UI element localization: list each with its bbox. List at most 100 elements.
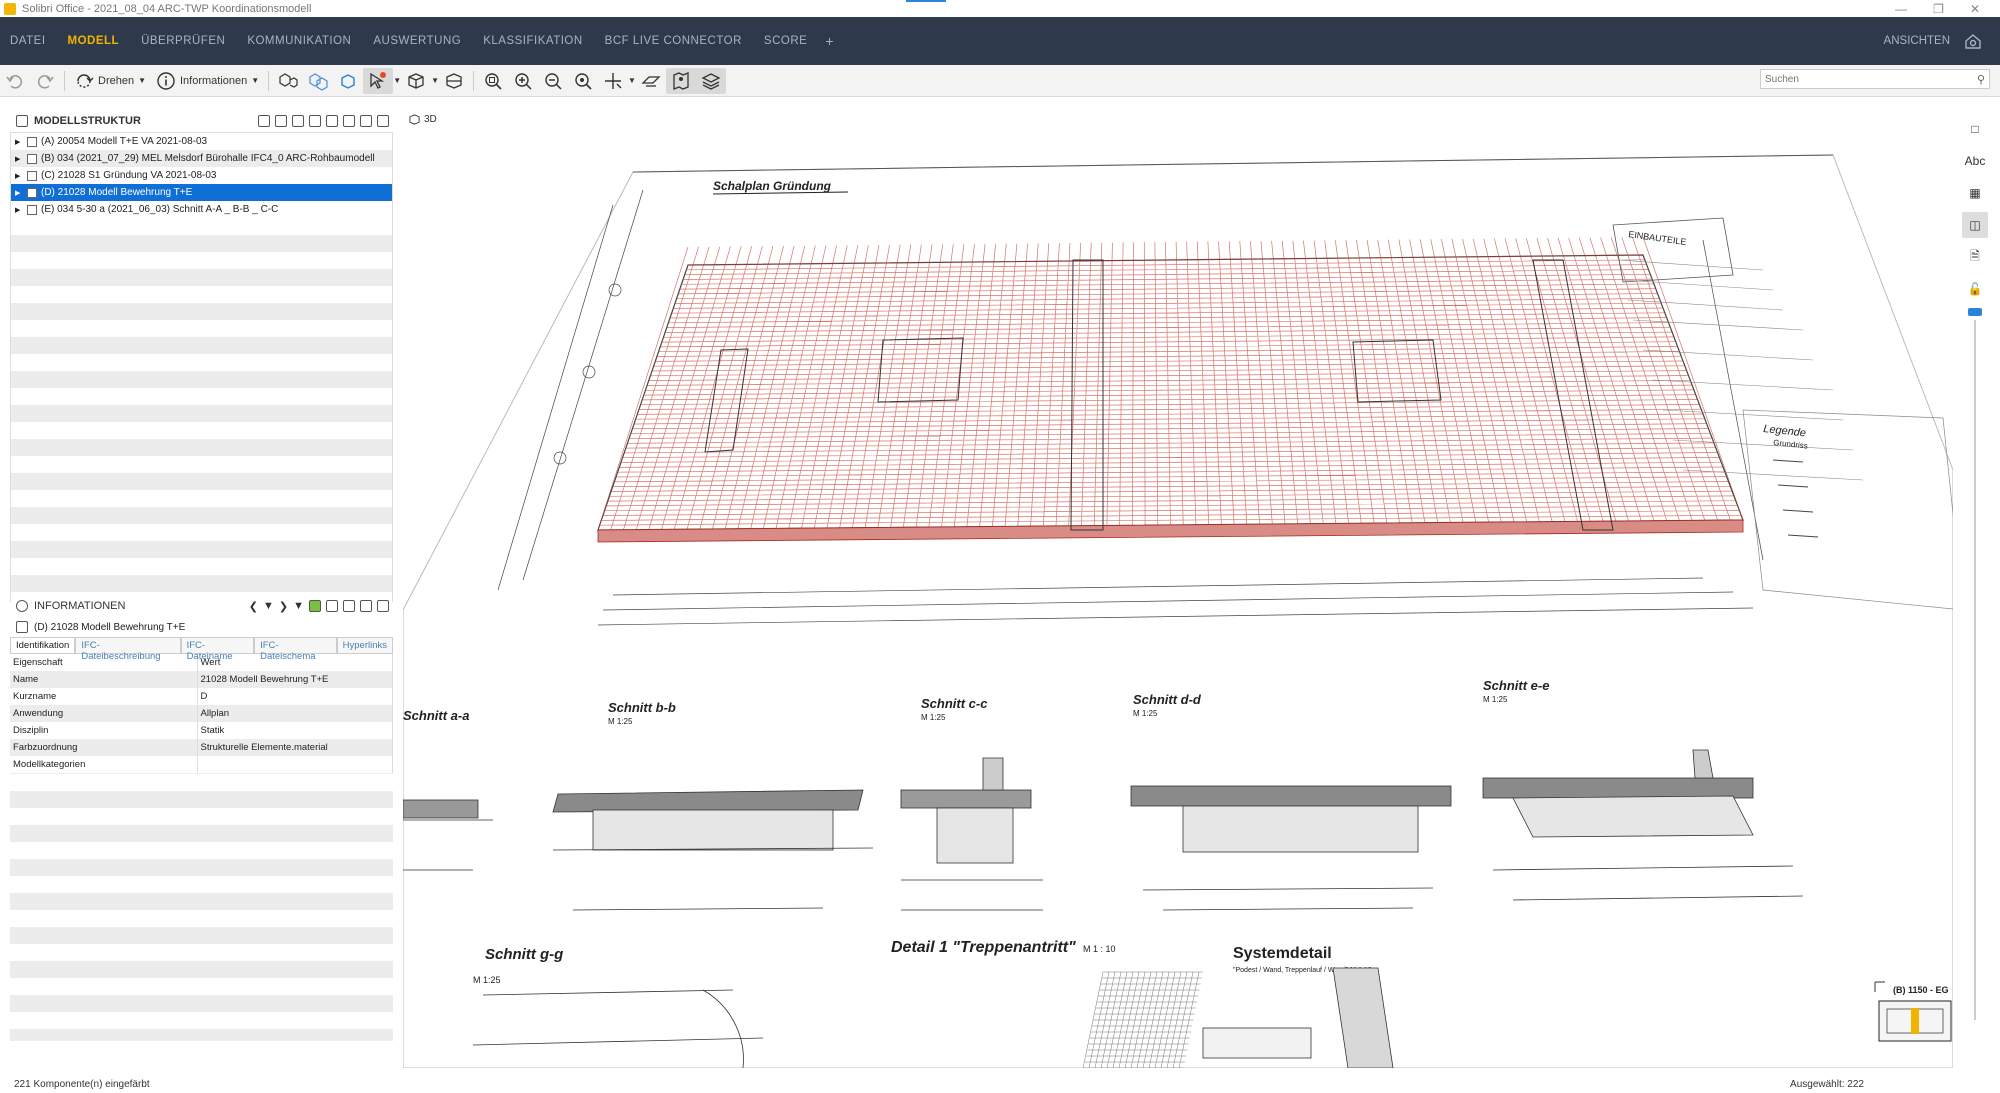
tree-row-label: (D) 21028 Modell Bewehrung T+E <box>41 187 193 198</box>
undo-button[interactable] <box>0 68 30 94</box>
model-boxes-alt-button[interactable] <box>303 68 333 94</box>
zoom-out-button[interactable] <box>538 68 568 94</box>
views-icon[interactable] <box>1964 32 1982 50</box>
grid-button[interactable]: ▦ <box>1962 180 1988 206</box>
menu-modell[interactable]: MODELL <box>68 35 120 47</box>
rotate-button[interactable]: Drehen ▼ <box>69 68 151 94</box>
tree-row[interactable]: ▶ (E) 034 5-30 a (2021_06_03) Schnitt A-A… <box>11 201 392 218</box>
pan-button[interactable] <box>598 68 628 94</box>
select-tool-button[interactable] <box>363 67 394 94</box>
menu-ueberpruefen[interactable]: ÜBERPRÜFEN <box>141 35 225 47</box>
menu-score[interactable]: SCORE <box>764 35 807 47</box>
tab-hyperlinks[interactable]: Hyperlinks <box>336 637 393 653</box>
3d-viewport[interactable]: 3D Schalplan Gründung EINBAUTEILE Legend… <box>403 110 1953 1068</box>
pdf-icon: 🗎 <box>1970 248 1980 263</box>
tab-identifikation[interactable]: Identifikation <box>10 637 76 653</box>
menu-auswertung[interactable]: AUSWERTUNG <box>373 35 461 47</box>
tab-ifc-dateibeschreibung[interactable]: IFC-Dateibeschreibung <box>75 637 181 662</box>
expand-arrow-icon[interactable]: ▶ <box>15 189 23 197</box>
tree-row[interactable]: ▶ (C) 21028 S1 Gründung VA 2021-08-03 <box>11 167 392 184</box>
close-icon[interactable]: ✕ <box>1970 2 1980 16</box>
status-selected: Ausgewählt: 222 <box>1790 1078 1864 1090</box>
floor-plan-button[interactable] <box>636 68 666 94</box>
menu-bcf-live-connector[interactable]: BCF LIVE CONNECTOR <box>605 35 742 47</box>
maximize-view-button[interactable]: □ <box>1962 116 1988 142</box>
vertical-slider-track[interactable] <box>1974 320 1976 1020</box>
menu-ansichten[interactable]: ANSICHTEN <box>1884 35 1950 47</box>
table-row[interactable]: Kurzname D <box>10 688 393 705</box>
menu-klassifikation[interactable]: KLASSIFIKATION <box>483 35 582 47</box>
cubes-icon <box>279 72 298 88</box>
undo-icon <box>6 74 23 89</box>
isolate-icon[interactable] <box>360 115 372 127</box>
table-row[interactable]: Name 21028 Modell Bewehrung T+E <box>10 671 393 688</box>
table-row[interactable]: Farbzuordnung Strukturelle Elemente.mater… <box>10 739 393 756</box>
expand-arrow-icon[interactable]: ▶ <box>15 172 23 180</box>
section-box-button[interactable] <box>439 68 469 94</box>
minimize-icon[interactable]: — <box>1895 2 1907 16</box>
add-tab-icon[interactable]: + <box>825 33 833 49</box>
zoom-selection-button[interactable] <box>568 68 598 94</box>
model-file-icon <box>16 621 28 633</box>
visibility-icon[interactable] <box>326 115 338 127</box>
pdf-button[interactable]: 🗎 <box>1962 244 1988 270</box>
map-view-button[interactable] <box>665 67 696 94</box>
tree-row-selected[interactable]: ▶ (D) 21028 Modell Bewehrung T+E <box>11 184 392 201</box>
toolbar-divider <box>268 70 270 91</box>
search-icon[interactable]: ⚲ <box>1977 73 1985 86</box>
maximize-panel-icon[interactable] <box>377 115 389 127</box>
tab-ifc-dateischema[interactable]: IFC-Dateischema <box>254 637 337 662</box>
table-row[interactable]: Modellkategorien <box>10 756 393 773</box>
properties-empty-area <box>10 773 393 1041</box>
copy-icon[interactable] <box>343 599 355 612</box>
chevron-down-icon[interactable]: ▼ <box>263 600 274 613</box>
title-bar: Solibri Office - 2021_08_04 ARC-TWP Koor… <box>0 0 2000 17</box>
slider-handle[interactable] <box>1968 308 1982 316</box>
export-icon[interactable] <box>360 599 372 612</box>
information-button[interactable]: Informationen ▼ <box>151 68 264 94</box>
status-left: 221 Komponente(n) eingefärbt <box>14 1078 150 1090</box>
lock-button[interactable]: 🔓 <box>1962 276 1988 302</box>
tree-view-icon[interactable] <box>258 115 270 127</box>
redo-button[interactable] <box>30 68 60 94</box>
zoom-fit-button[interactable] <box>478 68 508 94</box>
search-box[interactable]: ⚲ <box>1760 69 1990 89</box>
back-arrow-icon[interactable]: ❮ <box>249 600 258 613</box>
expand-arrow-icon[interactable]: ▶ <box>15 206 23 214</box>
maximize-panel-icon[interactable] <box>377 599 389 612</box>
box-view-button[interactable] <box>401 68 431 94</box>
section-scale-b: M 1:25 <box>608 717 633 726</box>
color-icon[interactable] <box>309 599 321 612</box>
hierarchy-icon[interactable] <box>275 115 287 127</box>
text-tool-button[interactable]: Abc <box>1962 148 1988 174</box>
measure-button[interactable]: ◫ <box>1962 212 1988 238</box>
hide-icon[interactable] <box>343 115 355 127</box>
expand-arrow-icon[interactable]: ▶ <box>15 138 23 146</box>
tab-ifc-dateiname[interactable]: IFC-Dateiname <box>180 637 255 662</box>
tree-row[interactable]: ▶ (B) 034 (2021_07_29) MEL Melsdorf Büroh… <box>11 150 392 167</box>
chevron-down-icon[interactable]: ▼ <box>431 76 439 85</box>
table-row[interactable]: Anwendung Allplan <box>10 705 393 722</box>
forward-arrow-icon[interactable]: ❯ <box>279 600 288 613</box>
sort-icon[interactable] <box>309 115 321 127</box>
menu-kommunikation[interactable]: KOMMUNIKATION <box>247 35 351 47</box>
print-icon[interactable] <box>326 599 338 612</box>
restore-icon[interactable]: ❐ <box>1933 2 1944 16</box>
window-title: Solibri Office - 2021_08_04 ARC-TWP Koor… <box>22 2 312 15</box>
model-boxes-button[interactable] <box>273 68 303 94</box>
floor-plan-icon <box>641 75 661 87</box>
menu-datei[interactable]: DATEI <box>10 35 46 47</box>
tree-row[interactable]: ▶ (A) 20054 Modell T+E VA 2021-08-03 <box>11 133 392 150</box>
property-value <box>197 756 393 773</box>
chevron-down-icon[interactable]: ▼ <box>393 76 401 85</box>
expand-arrow-icon[interactable]: ▶ <box>15 155 23 163</box>
table-row[interactable]: Disziplin Statik <box>10 722 393 739</box>
filter-icon[interactable] <box>292 115 304 127</box>
blue-cube-button[interactable] <box>333 68 363 94</box>
chevron-down-icon[interactable]: ▼ <box>628 76 636 85</box>
search-input[interactable] <box>1765 73 1977 85</box>
zoom-in-button[interactable] <box>508 68 538 94</box>
section-scale-g: M 1:25 <box>473 975 501 985</box>
chevron-down-icon[interactable]: ▼ <box>293 600 304 613</box>
layers-button[interactable] <box>695 67 726 94</box>
